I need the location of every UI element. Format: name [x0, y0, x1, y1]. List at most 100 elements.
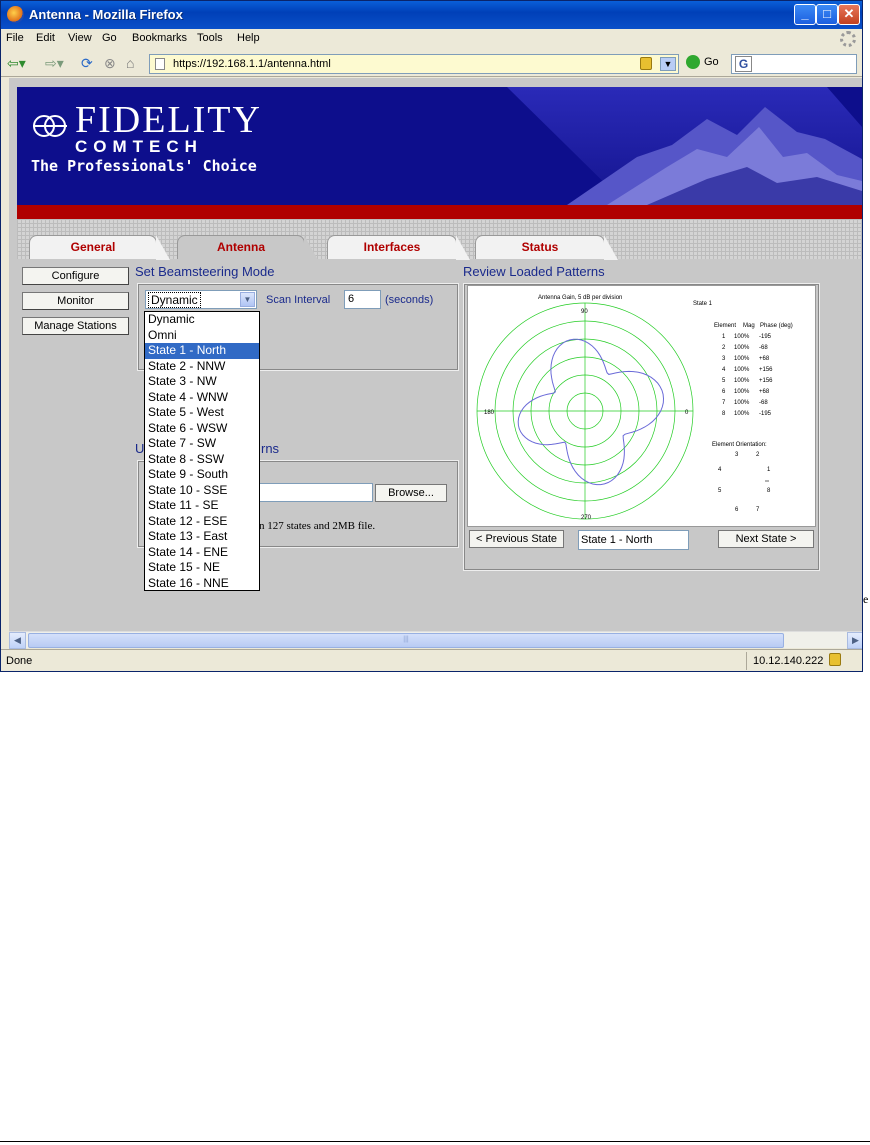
table-cell: -68: [759, 400, 768, 406]
back-arrow-icon[interactable]: ⇦▾: [7, 55, 26, 71]
stop-icon[interactable]: ⊗: [104, 55, 116, 71]
page-viewport: FIDELITY COMTECH The Professionals' Choi…: [9, 78, 862, 631]
menu-help[interactable]: Help: [237, 32, 260, 44]
table-cell: 2: [722, 345, 726, 351]
dropdown-option[interactable]: Dynamic: [145, 312, 259, 328]
antenna-pattern-plot: Antenna Gain, 5 dB per division 90 0 270…: [467, 285, 816, 527]
orientation-label: 8: [767, 488, 771, 494]
tab-interfaces[interactable]: Interfaces: [327, 235, 470, 260]
maximize-button[interactable]: □: [816, 4, 838, 25]
table-header-element: Element: [714, 323, 736, 329]
configure-button[interactable]: Configure: [22, 267, 129, 285]
home-icon[interactable]: ⌂: [126, 55, 134, 71]
chevron-down-icon[interactable]: ▼: [240, 292, 255, 307]
table-cell: 100%: [734, 411, 750, 417]
tab-interfaces-label: Interfaces: [363, 240, 421, 254]
scroll-right-icon[interactable]: ▶: [847, 632, 862, 649]
google-search-icon[interactable]: G: [735, 56, 752, 72]
orientation-diagram: 3 2 4 1 5 8 6 7: [718, 452, 771, 513]
menu-tools[interactable]: Tools: [197, 32, 223, 44]
go-button[interactable]: Go: [686, 55, 719, 69]
scrollbar-thumb[interactable]: |||: [28, 633, 784, 648]
dropdown-option[interactable]: State 7 - SW: [145, 436, 259, 452]
dropdown-option[interactable]: State 5 - West: [145, 405, 259, 421]
menu-file[interactable]: File: [6, 32, 24, 44]
table-cell: 5: [722, 378, 726, 384]
orientation-title: Element Orientation:: [712, 442, 767, 448]
review-patterns-title: Review Loaded Patterns: [463, 264, 605, 279]
plot-state-label: State 1: [693, 301, 713, 307]
table-header-phase: Phase (deg): [760, 323, 793, 329]
brand-tagline: The Professionals' Choice: [31, 157, 257, 175]
dropdown-option[interactable]: State 14 - ENE: [145, 545, 259, 561]
table-cell: 100%: [734, 378, 750, 384]
scan-interval-input[interactable]: 6: [344, 290, 381, 309]
dropdown-option[interactable]: State 2 - NNW: [145, 359, 259, 375]
forward-arrow-icon[interactable]: ⇨▾: [45, 55, 64, 71]
dropdown-option[interactable]: State 6 - WSW: [145, 421, 259, 437]
close-button[interactable]: ✕: [838, 4, 860, 25]
url-history-dropdown-icon[interactable]: ▼: [660, 57, 676, 71]
manage-stations-button[interactable]: Manage Stations: [22, 317, 129, 335]
navigation-toolbar: ⇦▾ ⇨▾ ⟳ ⊗ ⌂ https://192.168.1.1/antenna.…: [1, 49, 862, 77]
dropdown-option[interactable]: State 1 - North: [145, 343, 259, 359]
dropdown-option[interactable]: State 11 - SE: [145, 498, 259, 514]
angle-label-180: 180: [484, 410, 495, 416]
mountain-banner-image: [507, 87, 862, 205]
table-cell: -68: [759, 345, 768, 351]
dropdown-option[interactable]: State 8 - SSW: [145, 452, 259, 468]
menu-view[interactable]: View: [68, 32, 92, 44]
screenshot-root: Antenna - Mozilla Firefox _ □ ✕ File Edi…: [0, 0, 870, 1145]
tab-antenna[interactable]: Antenna: [177, 235, 318, 260]
plot-caption: Antenna Gain, 5 dB per division: [538, 295, 622, 301]
phase-table: 1 100% -195 2 100% -68 3 100% +68 4 100% +156 5 100% +…: [722, 334, 773, 417]
orientation-label: 4: [718, 467, 722, 473]
menu-bookmarks[interactable]: Bookmarks: [132, 32, 187, 44]
orientation-label: 1: [767, 467, 771, 473]
dropdown-option[interactable]: Omni: [145, 328, 259, 344]
dropdown-option[interactable]: State 15 - NE: [145, 560, 259, 576]
brand-name: FIDELITY: [75, 99, 262, 141]
menu-go[interactable]: Go: [102, 32, 117, 44]
table-cell: -195: [759, 411, 772, 417]
browser-window: Antenna - Mozilla Firefox _ □ ✕ File Edi…: [0, 0, 863, 672]
beamsteering-mode-select[interactable]: Dynamic ▼: [145, 290, 257, 309]
reload-icon[interactable]: ⟳: [81, 55, 93, 71]
minimize-button[interactable]: _: [794, 4, 816, 25]
table-cell: 1: [722, 334, 726, 340]
table-cell: -195: [759, 334, 772, 340]
current-state-field[interactable]: State 1 - North: [578, 530, 689, 550]
tab-general-label: General: [70, 240, 116, 254]
go-label: Go: [704, 55, 719, 68]
page-icon: [155, 58, 165, 70]
beamsteering-mode-dropdown-list[interactable]: Dynamic Omni State 1 - North State 2 - NNW S…: [144, 311, 260, 591]
pattern-file-input[interactable]: [259, 483, 373, 502]
dropdown-option[interactable]: State 13 - East: [145, 529, 259, 545]
table-cell: +156: [759, 367, 773, 373]
browse-button[interactable]: Browse...: [375, 484, 447, 502]
search-box[interactable]: G: [731, 54, 857, 74]
url-text[interactable]: https://192.168.1.1/antenna.html: [173, 58, 331, 70]
upload-title-right: rns: [261, 441, 280, 456]
menu-bar: File Edit View Go Bookmarks Tools Help: [1, 29, 862, 49]
previous-state-button[interactable]: < Previous State: [469, 530, 564, 548]
monitor-button[interactable]: Monitor: [22, 292, 129, 310]
status-text: Done: [6, 655, 33, 667]
tab-general[interactable]: General: [29, 235, 170, 260]
horizontal-scrollbar[interactable]: ◀ ||| ▶: [9, 631, 862, 649]
status-lock-icon[interactable]: [829, 653, 841, 666]
dropdown-option[interactable]: State 9 - South: [145, 467, 259, 483]
scroll-left-icon[interactable]: ◀: [9, 632, 26, 649]
menu-edit[interactable]: Edit: [36, 32, 55, 44]
dropdown-option[interactable]: State 3 - NW: [145, 374, 259, 390]
dropdown-option[interactable]: State 4 - WNW: [145, 390, 259, 406]
url-bar[interactable]: https://192.168.1.1/antenna.html ▼: [149, 54, 679, 74]
dropdown-option[interactable]: State 12 - ESE: [145, 514, 259, 530]
next-state-button[interactable]: Next State >: [718, 530, 814, 548]
table-cell: 100%: [734, 334, 750, 340]
dropdown-option[interactable]: State 10 - SSE: [145, 483, 259, 499]
orientation-label: 7: [756, 507, 760, 513]
tab-status[interactable]: Status: [475, 235, 618, 260]
scan-interval-unit: (seconds): [385, 294, 434, 306]
dropdown-option[interactable]: State 16 - NNE: [145, 576, 259, 592]
